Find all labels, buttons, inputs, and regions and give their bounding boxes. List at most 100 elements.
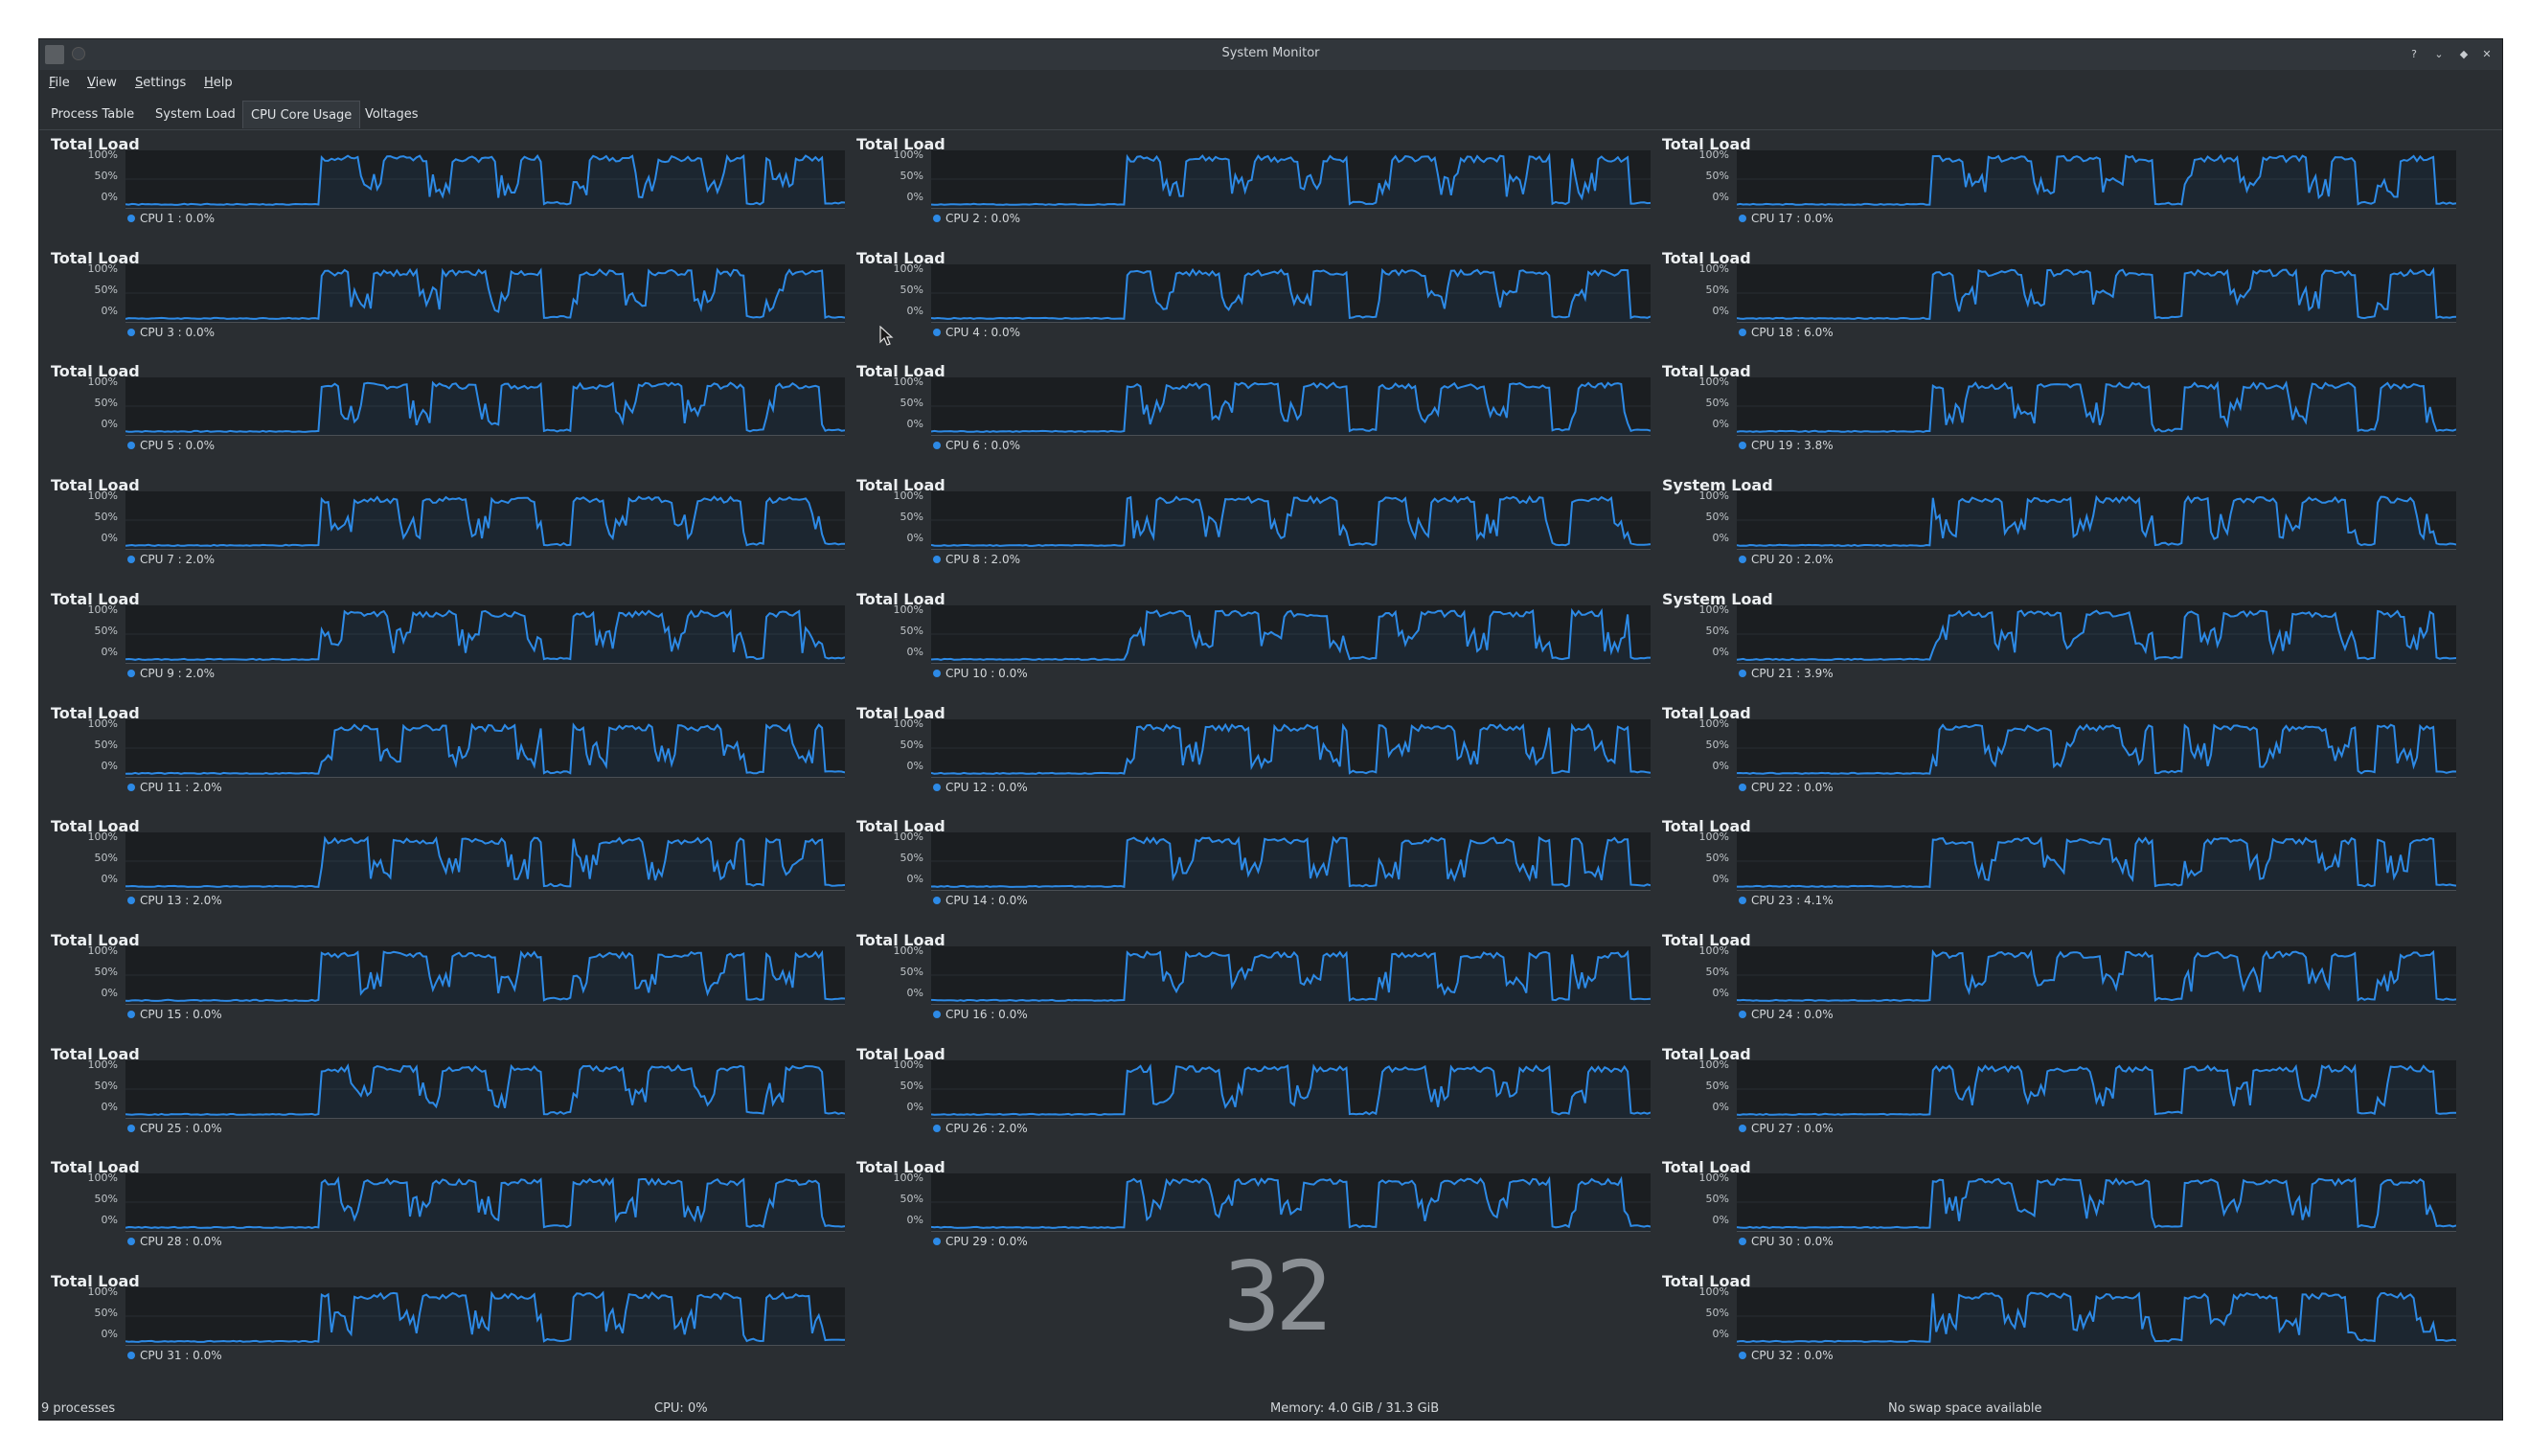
cpu-load-panel: Total Load 100% 50% 0% CPU 4 : 0.0% bbox=[845, 249, 1651, 354]
load-area bbox=[1737, 610, 2456, 663]
window-title: System Monitor bbox=[1221, 46, 1320, 60]
axis-tick-label: 100% bbox=[893, 148, 923, 161]
legend-color-icon bbox=[933, 784, 941, 791]
cpu-load-plot bbox=[125, 150, 845, 209]
menu-help[interactable]: Help bbox=[204, 76, 233, 90]
axis-tick-label: 0% bbox=[906, 987, 923, 999]
legend-label: CPU 7 : 2.0% bbox=[140, 553, 216, 566]
axis-tick-label: 100% bbox=[1698, 717, 1729, 730]
cpu-load-panel: Total Load 100% 50% 0% CPU 26 : 2.0% bbox=[845, 1045, 1651, 1150]
legend-color-icon bbox=[1739, 1352, 1746, 1359]
tab-system-load[interactable]: System Load bbox=[148, 101, 243, 128]
axis-tick-label: 100% bbox=[893, 489, 923, 502]
cpu-load-panel: Total Load 100% 50% 0% CPU 3 : 0.0% bbox=[39, 249, 845, 354]
load-area bbox=[125, 951, 845, 1004]
tab-process-table[interactable]: Process Table bbox=[43, 101, 142, 128]
axis-tick-label: 0% bbox=[1712, 532, 1729, 544]
cpu-load-plot bbox=[1737, 491, 2456, 550]
axis-tick-label: 100% bbox=[1698, 1285, 1729, 1298]
cpu-load-panel: Total Load 100% 50% 0% CPU 5 : 0.0% bbox=[39, 362, 845, 467]
tab-voltages[interactable]: Voltages bbox=[357, 101, 426, 128]
minimize-icon[interactable]: ⌄ bbox=[2431, 47, 2447, 62]
load-area bbox=[931, 269, 1651, 322]
axis-tick-label: 0% bbox=[906, 1101, 923, 1113]
maximize-icon[interactable]: ◆ bbox=[2456, 47, 2472, 62]
legend-color-icon bbox=[127, 215, 135, 222]
help-icon[interactable]: ? bbox=[2406, 47, 2422, 62]
cpu-load-panel: Total Load 100% 50% 0% CPU 12 : 0.0% bbox=[845, 704, 1651, 809]
load-area bbox=[1737, 724, 2456, 777]
legend-label: CPU 11 : 2.0% bbox=[140, 781, 222, 794]
cpu-legend: CPU 6 : 0.0% bbox=[933, 439, 1020, 452]
legend-label: CPU 26 : 2.0% bbox=[946, 1122, 1028, 1135]
menu-file[interactable]: File bbox=[49, 76, 70, 90]
cpu-load-plot bbox=[125, 719, 845, 778]
axis-tick-label: 50% bbox=[1705, 966, 1729, 978]
axis-tick-label: 0% bbox=[906, 646, 923, 658]
legend-label: CPU 25 : 0.0% bbox=[140, 1122, 222, 1135]
axis-tick-label: 0% bbox=[101, 873, 118, 885]
cpu-load-plot bbox=[125, 377, 845, 436]
cpu-load-panel: Total Load 100% 50% 0% CPU 15 : 0.0% bbox=[39, 931, 845, 1036]
title-bar: System Monitor ? ⌄ ◆ ✕ bbox=[39, 39, 2502, 70]
cpu-legend: CPU 25 : 0.0% bbox=[127, 1122, 222, 1135]
axis-tick-label: 100% bbox=[87, 830, 118, 843]
axis-tick-label: 100% bbox=[893, 1058, 923, 1071]
cpu-legend: CPU 22 : 0.0% bbox=[1739, 781, 1834, 794]
axis-tick-label: 50% bbox=[94, 625, 118, 637]
axis-tick-label: 100% bbox=[1698, 1058, 1729, 1071]
legend-label: CPU 19 : 3.8% bbox=[1751, 439, 1834, 452]
cpu-load-panel: Total Load 100% 50% 0% CPU 7 : 2.0% bbox=[39, 476, 845, 581]
axis-tick-label: 0% bbox=[1712, 191, 1729, 203]
legend-color-icon bbox=[1739, 329, 1746, 336]
axis-tick-label: 100% bbox=[893, 717, 923, 730]
legend-color-icon bbox=[933, 556, 941, 563]
axis-tick-label: 50% bbox=[94, 966, 118, 978]
legend-color-icon bbox=[127, 670, 135, 677]
axis-tick-label: 100% bbox=[1698, 375, 1729, 388]
axis-tick-label: 0% bbox=[101, 532, 118, 544]
axis-tick-label: 50% bbox=[94, 397, 118, 409]
axis-tick-label: 50% bbox=[900, 966, 923, 978]
menu-bar: File View Settings Help bbox=[39, 70, 2502, 95]
legend-label: CPU 30 : 0.0% bbox=[1751, 1235, 1834, 1248]
menu-settings[interactable]: Settings bbox=[135, 76, 186, 90]
axis-tick-label: 100% bbox=[1698, 944, 1729, 957]
cpu-legend: CPU 5 : 0.0% bbox=[127, 439, 215, 452]
axis-tick-label: 50% bbox=[94, 1080, 118, 1092]
cpu-load-panel: Total Load 100% 50% 0% CPU 9 : 2.0% bbox=[39, 590, 845, 695]
legend-color-icon bbox=[1739, 670, 1746, 677]
close-icon[interactable]: ✕ bbox=[2479, 47, 2495, 62]
axis-tick-label: 50% bbox=[900, 1193, 923, 1205]
cpu-legend: CPU 7 : 2.0% bbox=[127, 553, 215, 566]
status-memory: Memory: 4.0 GiB / 31.3 GiB bbox=[1270, 1401, 1440, 1416]
axis-tick-label: 100% bbox=[87, 375, 118, 388]
legend-label: CPU 9 : 2.0% bbox=[140, 667, 216, 680]
cpu-legend: CPU 23 : 4.1% bbox=[1739, 894, 1834, 907]
cpu-load-panel: System Load 100% 50% 0% CPU 21 : 3.9% bbox=[1651, 590, 2456, 695]
legend-label: CPU 28 : 0.0% bbox=[140, 1235, 222, 1248]
axis-tick-label: 50% bbox=[94, 284, 118, 296]
axis-tick-label: 50% bbox=[900, 170, 923, 182]
cpu-legend: CPU 18 : 6.0% bbox=[1739, 326, 1834, 339]
axis-tick-label: 100% bbox=[1698, 1172, 1729, 1184]
axis-tick-label: 50% bbox=[94, 739, 118, 751]
status-processes: 9 processes bbox=[41, 1401, 116, 1416]
tab-cpu-core-usage[interactable]: CPU Core Usage bbox=[242, 101, 361, 128]
cpu-load-plot bbox=[125, 264, 845, 323]
axis-tick-label: 100% bbox=[87, 262, 118, 275]
load-area bbox=[125, 382, 845, 435]
menu-view[interactable]: View bbox=[87, 76, 117, 90]
axis-tick-label: 0% bbox=[906, 532, 923, 544]
cpu-load-plot bbox=[931, 946, 1651, 1005]
legend-label: CPU 10 : 0.0% bbox=[946, 667, 1028, 680]
axis-tick-label: 50% bbox=[94, 852, 118, 864]
legend-label: CPU 18 : 6.0% bbox=[1751, 326, 1834, 339]
cpu-legend: CPU 12 : 0.0% bbox=[933, 781, 1028, 794]
axis-tick-label: 50% bbox=[94, 1307, 118, 1319]
legend-color-icon bbox=[127, 897, 135, 904]
axis-tick-label: 0% bbox=[1712, 1328, 1729, 1340]
legend-color-icon bbox=[127, 556, 135, 563]
legend-color-icon bbox=[127, 1352, 135, 1359]
cpu-load-plot bbox=[931, 491, 1651, 550]
